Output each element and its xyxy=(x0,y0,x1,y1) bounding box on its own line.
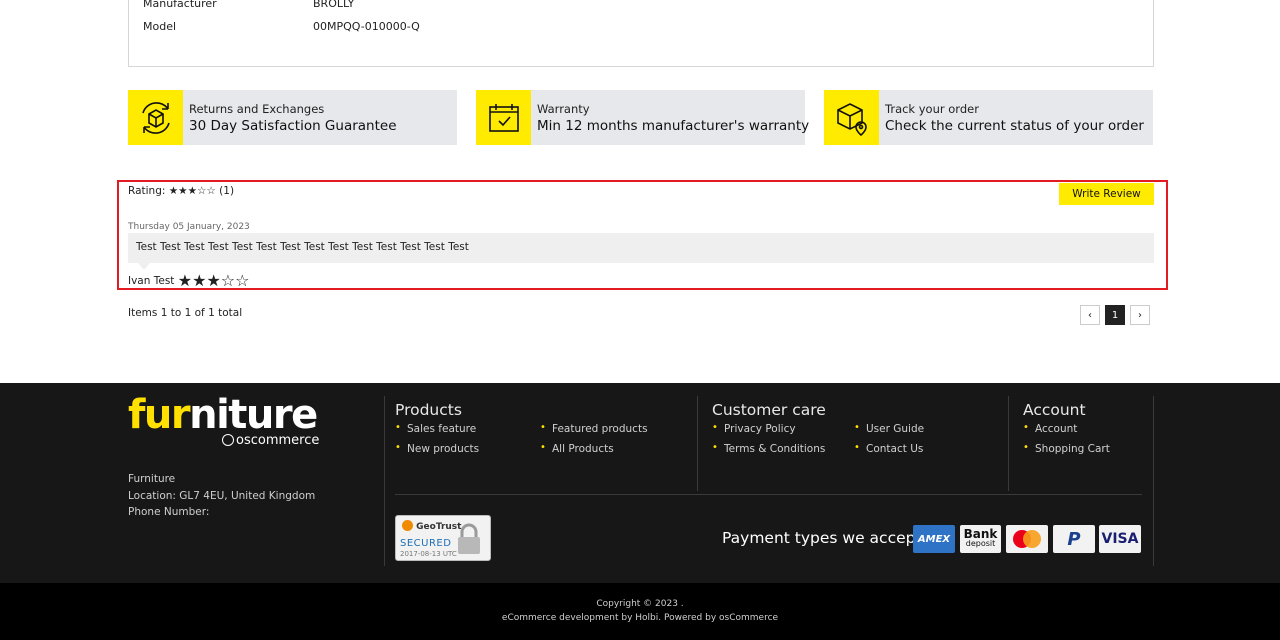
review-stars-icon: ★★★☆☆ xyxy=(177,271,250,290)
rating-stars-icon: ★★★☆☆ xyxy=(168,185,216,197)
company-phone: Phone Number: xyxy=(128,506,210,518)
reviews-section: Rating: ★★★☆☆ (1) Write Review Thursday … xyxy=(117,180,1168,290)
company-location: Location: GL7 4EU, United Kingdom xyxy=(128,489,316,502)
geotrust-date: 2017-08-13 UTC xyxy=(400,550,457,558)
visa-icon: VISA xyxy=(1099,525,1141,553)
logo-part-1: fur xyxy=(128,392,191,438)
footer: furniture oscommerce Furniture Location:… xyxy=(0,383,1280,583)
company-info: Furniture Location: GL7 4EU, United King… xyxy=(128,471,315,521)
feature-track-order: Track your order Check the current statu… xyxy=(824,90,1153,145)
spec-key: Manufacturer xyxy=(143,0,217,10)
feature-title: Track your order xyxy=(885,102,979,116)
feature-subtitle: 30 Day Satisfaction Guarantee xyxy=(189,118,397,134)
divider xyxy=(1153,396,1154,566)
padlock-icon xyxy=(458,523,480,554)
link-sales-feature[interactable]: Sales feature xyxy=(395,422,476,435)
geotrust-brand: GeoTrust xyxy=(402,520,461,532)
track-order-box-icon xyxy=(824,90,879,145)
geotrust-secured-label: SECURED xyxy=(400,538,452,549)
logo-part-2: niture xyxy=(189,392,318,438)
rating-summary: Rating: ★★★☆☆ (1) xyxy=(128,185,234,197)
furniture-logo[interactable]: furniture oscommerce xyxy=(128,392,319,448)
review-text: Test Test Test Test Test Test Test Test … xyxy=(128,233,1154,270)
feature-returns: Returns and Exchanges 30 Day Satisfactio… xyxy=(128,90,457,145)
divider xyxy=(384,396,385,566)
link-all-products[interactable]: All Products xyxy=(540,442,614,455)
company-name: Furniture xyxy=(128,473,176,485)
link-featured-products[interactable]: Featured products xyxy=(540,422,647,435)
spec-key: Model xyxy=(143,20,177,33)
oscommerce-mark-icon xyxy=(222,434,234,446)
page-1-button[interactable]: 1 xyxy=(1105,305,1125,325)
amex-icon: AMEX xyxy=(913,525,955,553)
products-title: Products xyxy=(395,401,462,419)
logo-sub-text: oscommerce xyxy=(236,433,320,448)
divider xyxy=(697,396,698,491)
credits-text: eCommerce development by Holbi. Powered … xyxy=(501,613,779,623)
pagination: ‹ 1 › xyxy=(1080,305,1150,325)
spec-value: 00MPQQ-010000-Q xyxy=(313,20,420,33)
link-terms-conditions[interactable]: Terms & Conditions xyxy=(712,442,825,455)
oscommerce-logo: oscommerce xyxy=(222,433,319,448)
calendar-check-icon xyxy=(476,90,531,145)
link-privacy-policy[interactable]: Privacy Policy xyxy=(712,422,795,435)
items-total: Items 1 to 1 of 1 total xyxy=(128,307,243,319)
review-date: Thursday 05 January, 2023 xyxy=(128,222,250,232)
review-author-name: Ivan Test xyxy=(128,275,175,287)
product-specs-table: Manufacturer BROLLY Model 00MPQQ-010000-… xyxy=(128,0,1154,67)
link-user-guide[interactable]: User Guide xyxy=(854,422,924,435)
returns-box-icon xyxy=(128,90,183,145)
mastercard-icon xyxy=(1006,525,1048,553)
paypal-icon: P xyxy=(1053,525,1095,553)
review-author: Ivan Test ★★★☆☆ xyxy=(128,271,249,290)
next-page-button[interactable]: › xyxy=(1130,305,1150,325)
link-shopping-cart[interactable]: Shopping Cart xyxy=(1023,442,1110,455)
write-review-button[interactable]: Write Review xyxy=(1059,183,1154,205)
customer-care-title: Customer care xyxy=(712,401,826,419)
geotrust-logo-icon xyxy=(402,520,413,531)
rating-label: Rating: xyxy=(128,185,166,197)
geotrust-secured-badge[interactable]: GeoTrust SECURED 2017-08-13 UTC xyxy=(395,515,491,561)
link-account[interactable]: Account xyxy=(1023,422,1078,435)
copyright-bar: Copyright © 2023 . eCommerce development… xyxy=(0,583,1280,640)
divider xyxy=(1008,396,1009,491)
link-contact-us[interactable]: Contact Us xyxy=(854,442,923,455)
feature-subtitle: Check the current status of your order xyxy=(885,118,1144,134)
feature-warranty: Warranty Min 12 months manufacturer's wa… xyxy=(476,90,809,145)
feature-title: Warranty xyxy=(537,102,590,116)
copyright-text: Copyright © 2023 . xyxy=(596,599,684,609)
bank-deposit-icon: Bank deposit xyxy=(960,525,1001,553)
payment-label: Payment types we accept xyxy=(722,529,922,547)
feature-title: Returns and Exchanges xyxy=(189,102,325,116)
account-title: Account xyxy=(1023,401,1086,419)
link-new-products[interactable]: New products xyxy=(395,442,479,455)
spec-value: BROLLY xyxy=(313,0,355,10)
rating-count: (1) xyxy=(219,185,235,197)
prev-page-button[interactable]: ‹ xyxy=(1080,305,1100,325)
divider xyxy=(395,494,1142,495)
feature-subtitle: Min 12 months manufacturer's warranty xyxy=(537,118,810,134)
